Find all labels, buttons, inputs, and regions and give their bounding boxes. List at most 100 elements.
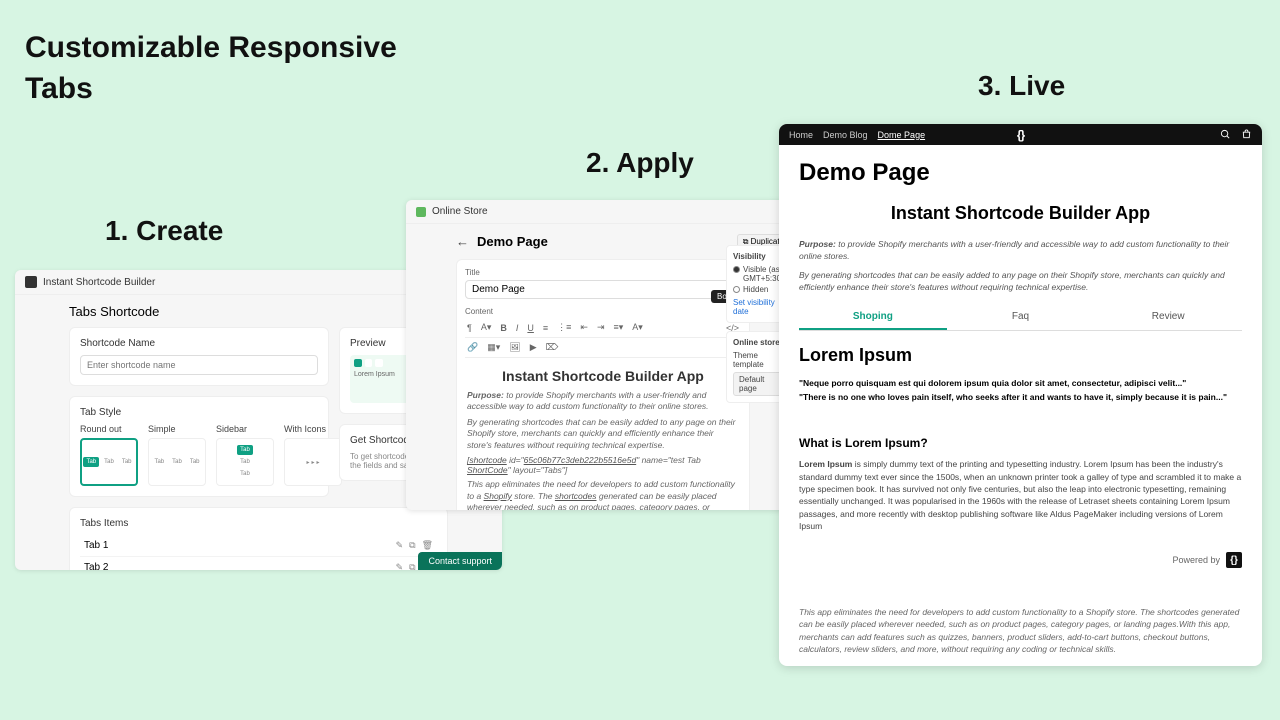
panel-title: Tabs Shortcode xyxy=(69,304,159,319)
search-icon[interactable] xyxy=(1220,129,1231,140)
store-header: Online Store xyxy=(406,200,800,224)
title-input[interactable] xyxy=(465,280,741,299)
name-label: Shortcode Name xyxy=(80,338,318,349)
site-logo[interactable]: {} xyxy=(1017,128,1024,142)
tab-shoping[interactable]: Shoping xyxy=(799,305,947,330)
outdent-icon[interactable]: ⇤ xyxy=(578,322,590,333)
color-icon[interactable]: A▾ xyxy=(630,322,645,333)
brace-logo-icon[interactable]: {} xyxy=(1226,552,1242,568)
tabs-items-card: Tabs Items Tab 1 ✎ ⧉ 🗑 Tab 2 ✎ ⧉ 🗑 xyxy=(69,507,448,570)
preview-tab xyxy=(365,359,373,367)
preview-tab xyxy=(375,359,383,367)
title-label: Title xyxy=(465,268,741,277)
visible-radio[interactable]: Visible (asGMT+5:30 xyxy=(733,265,785,283)
style-sidebar-label: Sidebar xyxy=(216,424,274,434)
tab-faq[interactable]: Faq xyxy=(947,305,1095,330)
online-store-label: Online store xyxy=(733,338,785,347)
page-form: Title ↗ Bold Content ¶ A▾ B I U ≡ ⋮≡ ⇤ ⇥… xyxy=(456,259,750,510)
underline-icon[interactable]: U xyxy=(525,323,536,333)
live-tabs: Shoping Faq Review xyxy=(799,305,1242,331)
step-1-label: 1. Create xyxy=(105,215,223,247)
editor-toolbar-2: 🔗 ▦▾ 🖼 ▶ ⌦ xyxy=(465,338,741,358)
tab-icon: ▸ xyxy=(306,459,309,466)
clear-icon[interactable]: ⌦ xyxy=(544,342,561,353)
nav-page[interactable]: Dome Page xyxy=(878,130,926,140)
app-name: Instant Shortcode Builder xyxy=(43,277,155,288)
tab-item-label: Tab 2 xyxy=(84,562,108,570)
duplicate-icon[interactable]: ⧉ xyxy=(409,562,415,570)
name-input[interactable] xyxy=(80,355,318,375)
live-h2: Instant Shortcode Builder App xyxy=(799,203,1242,224)
indent-icon[interactable]: ⇥ xyxy=(595,322,607,333)
duplicate-icon[interactable]: ⧉ xyxy=(409,540,415,551)
tab-item-row: Tab 1 ✎ ⧉ 🗑 xyxy=(80,535,437,557)
tab-icon: ▸ xyxy=(311,459,314,466)
style-simple-label: Simple xyxy=(148,424,206,434)
powered-by: Powered by {} xyxy=(799,552,1242,568)
style-card: Tab Style Round out Tab Tab Tab Simple xyxy=(69,396,329,497)
style-sidebar[interactable]: Tab Tab Tab xyxy=(216,438,274,486)
nav-blog[interactable]: Demo Blog xyxy=(823,130,868,140)
step-2-label: 2. Apply xyxy=(586,147,694,179)
live-h1: Demo Page xyxy=(799,159,1242,187)
tab-item-label: Tab 1 xyxy=(84,540,108,551)
style-icons[interactable]: ▸ ▸ ▸ xyxy=(284,438,342,486)
list-number-icon[interactable]: ⋮≡ xyxy=(555,322,573,333)
site-navbar: Home Demo Blog Dome Page {} xyxy=(779,124,1262,145)
lorem-heading: Lorem Ipsum xyxy=(799,345,1242,366)
back-arrow-icon[interactable]: ← xyxy=(456,234,469,249)
footer-note: This app eliminates the need for develop… xyxy=(799,606,1242,655)
style-roundout[interactable]: Tab Tab Tab xyxy=(80,438,138,486)
bold-icon[interactable]: B xyxy=(498,323,509,333)
align-icon[interactable]: ≡▾ xyxy=(612,322,626,333)
link-icon[interactable]: 🔗 xyxy=(465,342,480,353)
content-label: Content xyxy=(465,307,741,316)
page-title: Demo Page xyxy=(477,234,548,249)
tab-item-row: Tab 2 ✎ ⧉ 🗑 xyxy=(80,557,437,570)
style-label: Tab Style xyxy=(80,407,318,418)
apply-panel: Online Store ⧉ Duplicate ← Demo Page Tit… xyxy=(406,200,800,510)
items-label: Tabs Items xyxy=(80,518,437,529)
app-icon xyxy=(25,276,37,288)
preview-tab xyxy=(354,359,362,367)
what-heading: What is Lorem Ipsum? xyxy=(799,436,1242,450)
content-editor[interactable]: Instant Shortcode Builder App Purpose: t… xyxy=(465,358,741,510)
main-title: Customizable ResponsiveTabs xyxy=(25,28,397,109)
page-breadcrumb: ← Demo Page xyxy=(456,234,750,249)
tab-icon: ▸ xyxy=(317,459,320,466)
store-name: Online Store xyxy=(432,206,488,217)
style-roundout-label: Round out xyxy=(80,424,138,434)
step-3-label: 3. Live xyxy=(978,70,1065,102)
lorem-paragraph: Lorem Ipsum is simply dummy text of the … xyxy=(799,458,1242,532)
content-heading: Instant Shortcode Builder App xyxy=(467,368,739,384)
list-bullet-icon[interactable]: ≡ xyxy=(541,323,550,333)
nav-home[interactable]: Home xyxy=(789,130,813,140)
visibility-label: Visibility xyxy=(733,252,785,261)
paragraph-icon[interactable]: ¶ xyxy=(465,323,474,333)
editor-toolbar: ¶ A▾ B I U ≡ ⋮≡ ⇤ ⇥ ≡▾ A▾ </> xyxy=(465,318,741,338)
delete-icon[interactable]: 🗑 xyxy=(422,540,433,551)
contact-support-button[interactable]: Contact support xyxy=(418,552,502,570)
tab-review[interactable]: Review xyxy=(1094,305,1242,330)
hidden-radio[interactable]: Hidden xyxy=(733,285,785,294)
quote-1: "Neque porro quisquam est qui dolorem ip… xyxy=(799,378,1242,388)
live-panel: Home Demo Blog Dome Page {} Demo Page In… xyxy=(779,124,1262,666)
table-icon[interactable]: ▦▾ xyxy=(485,342,502,353)
font-icon[interactable]: A▾ xyxy=(479,322,494,333)
name-card: Shortcode Name xyxy=(69,327,329,386)
style-icons-label: With Icons xyxy=(284,424,342,434)
live-body: Demo Page Instant Shortcode Builder App … xyxy=(779,145,1262,666)
video-icon[interactable]: ▶ xyxy=(528,342,539,353)
edit-icon[interactable]: ✎ xyxy=(396,540,404,551)
visibility-date-link[interactable]: Set visibility date xyxy=(733,298,785,316)
theme-select[interactable]: Default page xyxy=(733,372,785,396)
edit-icon[interactable]: ✎ xyxy=(396,562,404,570)
image-icon[interactable]: 🖼 xyxy=(507,342,522,353)
tab-content: Lorem Ipsum "Neque porro quisquam est qu… xyxy=(799,331,1242,588)
theme-label: Theme template xyxy=(733,351,785,369)
store-icon xyxy=(416,207,426,217)
quote-2: "There is no one who loves pain itself, … xyxy=(799,392,1242,402)
style-simple[interactable]: Tab Tab Tab xyxy=(148,438,206,486)
cart-icon[interactable] xyxy=(1241,129,1252,140)
italic-icon[interactable]: I xyxy=(514,323,521,333)
